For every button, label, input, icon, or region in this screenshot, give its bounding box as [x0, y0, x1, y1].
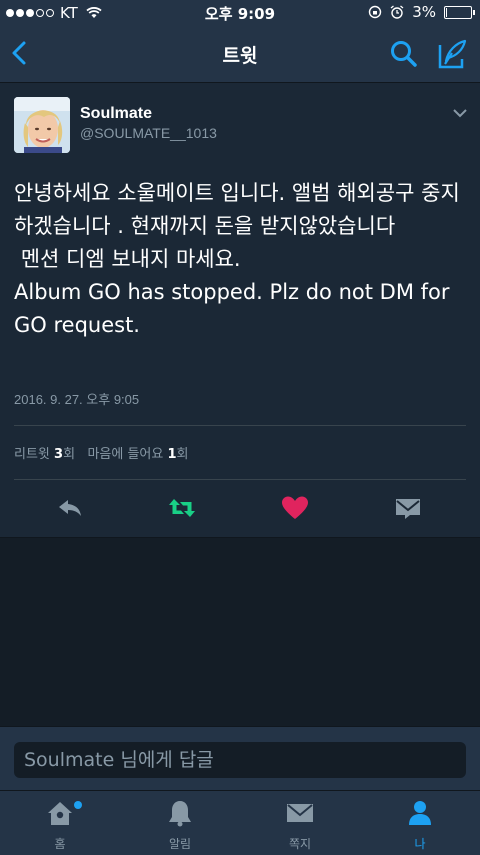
- divider: [14, 479, 466, 480]
- divider: [0, 537, 480, 538]
- tab-me[interactable]: 나: [360, 791, 480, 855]
- home-icon: [48, 802, 72, 825]
- tweet-text: 안녕하세요 소울메이트 입니다. 앨범 해외공구 중지하겠습니다 . 현재까지 …: [14, 181, 460, 337]
- heart-icon[interactable]: [281, 495, 309, 521]
- battery-icon: [444, 5, 475, 19]
- tab-home[interactable]: 홈: [0, 791, 120, 855]
- battery-percent: 3%: [412, 3, 436, 21]
- battery-level: [446, 7, 447, 17]
- navigation-bar: 트윗: [0, 26, 480, 83]
- tweet-detail: Soulmate @SOULMATE__1013 안녕하세요 소울메이트 입니다…: [0, 83, 480, 537]
- rotation-lock-icon: [369, 5, 382, 19]
- tab-bar: 홈 알림 쪽지 나: [0, 790, 480, 855]
- envelope-icon[interactable]: [394, 495, 422, 521]
- tab-notifications[interactable]: 알림: [120, 791, 240, 855]
- likes-count: 1: [167, 447, 177, 462]
- avatar[interactable]: [14, 97, 70, 153]
- bell-icon: [169, 801, 191, 827]
- reply-icon[interactable]: [56, 495, 84, 521]
- avatar-image: [14, 97, 70, 153]
- tab-label: 홈: [54, 837, 66, 851]
- retweets-unit: 회: [63, 447, 76, 462]
- retweet-stat[interactable]: 리트윗 3회: [14, 447, 75, 462]
- tweet-actions: [0, 481, 480, 537]
- person-icon: [409, 801, 431, 825]
- chevron-down-icon[interactable]: [452, 108, 468, 118]
- envelope-icon: [287, 804, 313, 822]
- retweets-count: 3: [54, 447, 64, 462]
- tab-messages[interactable]: 쪽지: [240, 791, 360, 855]
- likes-stat[interactable]: 마음에 들어요 1회: [87, 447, 188, 462]
- likes-label: 마음에 들어요: [87, 447, 164, 462]
- alarm-icon: [390, 5, 404, 19]
- notification-dot: [74, 801, 82, 809]
- status-right: 3%: [368, 3, 475, 21]
- display-name[interactable]: Soulmate: [80, 105, 152, 123]
- user-handle[interactable]: @SOULMATE__1013: [80, 125, 217, 141]
- reply-bar: [0, 726, 480, 791]
- likes-unit: 회: [176, 447, 189, 462]
- retweets-label: 리트윗: [14, 447, 50, 462]
- tweet-stats: 리트윗 3회 마음에 들어요 1회: [14, 443, 189, 462]
- tweet-timestamp: 2016. 9. 27. 오후 9:05: [14, 392, 140, 407]
- tab-label: 알림: [168, 837, 192, 851]
- search-icon[interactable]: [388, 38, 420, 70]
- reply-input[interactable]: [14, 742, 466, 778]
- divider: [14, 425, 466, 426]
- compose-tweet-icon[interactable]: [436, 37, 468, 71]
- retweet-icon[interactable]: [168, 495, 196, 521]
- tab-label: 나: [414, 837, 426, 851]
- status-bar: KT 오후 9:09 3%: [0, 0, 480, 26]
- tab-label: 쪽지: [288, 837, 312, 851]
